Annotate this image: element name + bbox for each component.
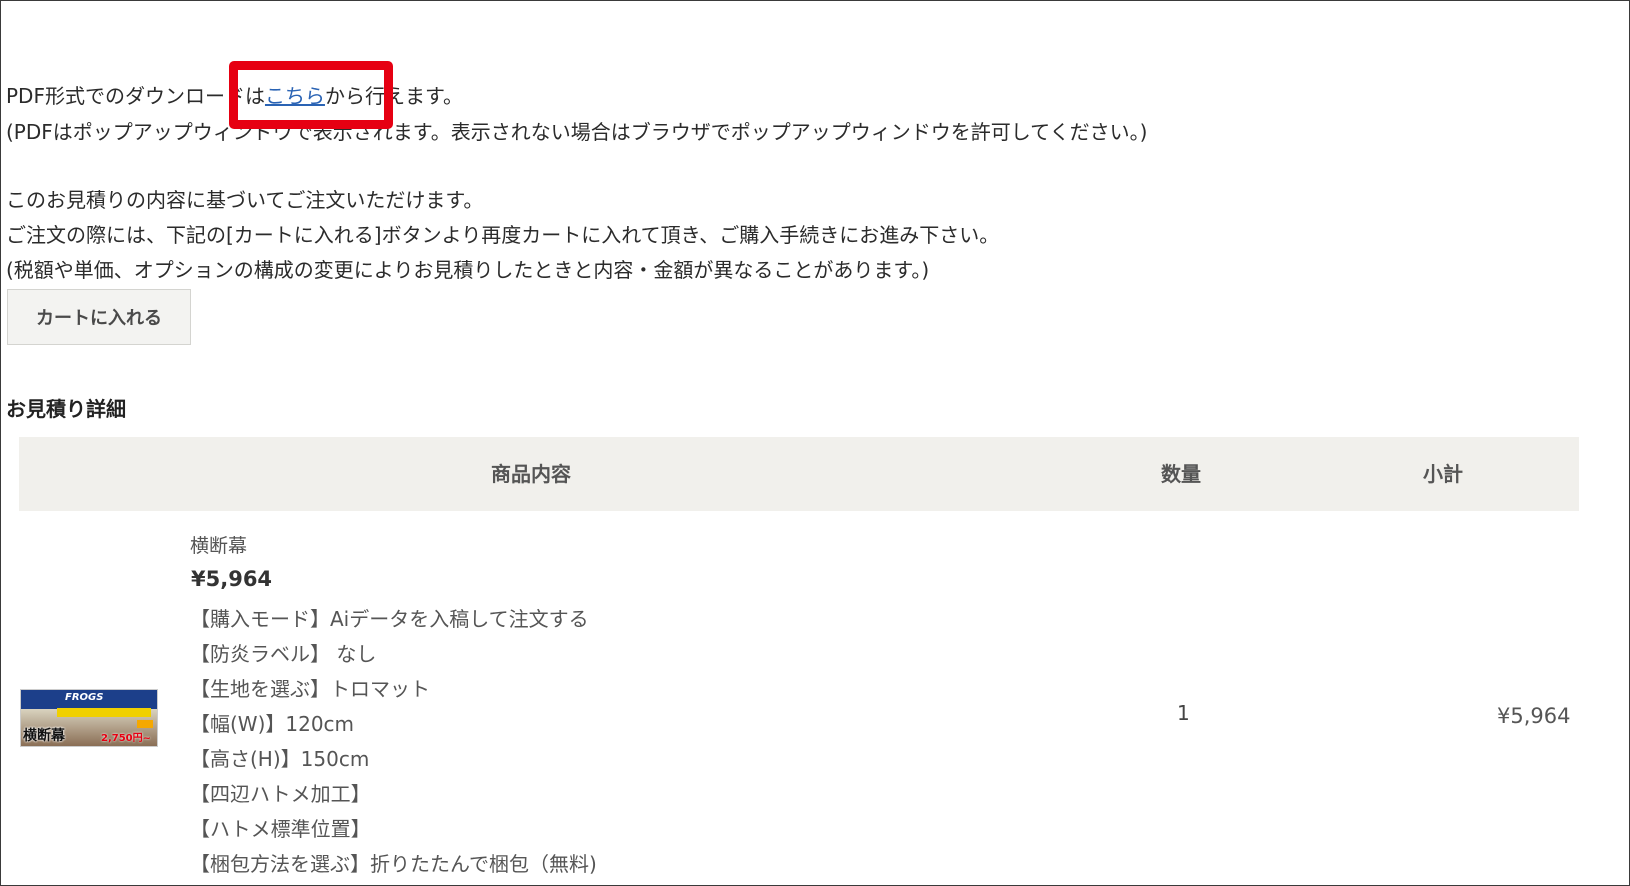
product-quantity: 1: [1177, 701, 1190, 725]
product-option: 【四辺ハトメ加工】: [190, 782, 371, 806]
thumbnail-stripe: [57, 708, 151, 717]
order-notice-line-3: (税額や単価、オプションの構成の変更によりお見積りしたときと内容・金額が異なるこ…: [6, 258, 930, 282]
product-option: 【梱包方法を選ぶ】折りたたんで梱包（無料): [190, 852, 597, 876]
page-frame: PDF形式でのダウンロードはこちらから行えます。 (PDFはポップアップウィンド…: [0, 0, 1630, 886]
product-name: 横断幕: [190, 535, 248, 557]
pdf-popup-note: (PDFはポップアップウィンドウで表示されます。表示されない場合はブラウザでポッ…: [6, 120, 1148, 144]
column-header-product: 商品内容: [491, 462, 571, 486]
thumbnail-banner-text: FROGS: [65, 692, 104, 703]
pdf-download-prefix: PDF形式でのダウンロードは: [6, 84, 265, 108]
product-option: 【幅(W)】120cm: [190, 712, 355, 736]
thumbnail-label: 横断幕: [23, 728, 65, 744]
product-option: 【防炎ラベル】 なし: [190, 642, 377, 666]
product-price: ¥5,964: [191, 567, 273, 591]
estimate-details-title: お見積り詳細: [6, 397, 126, 421]
thumbnail-price: 2,750円~: [100, 733, 151, 744]
table-header: 商品内容 数量 小計: [19, 437, 1579, 511]
product-option: 【高さ(H)】150cm: [190, 747, 370, 771]
order-notice-line-2: ご注文の際には、下記の[カートに入れる]ボタンより再度カートに入れて頂き、ご購入…: [6, 223, 1000, 247]
link-highlight-box: [229, 61, 393, 129]
product-thumbnail[interactable]: FROGS 横断幕 2,750円~: [20, 689, 158, 747]
product-option: 【生地を選ぶ】トロマット: [190, 677, 430, 701]
product-subtotal: ¥5,964: [1497, 704, 1571, 728]
product-option: 【ハトメ標準位置】: [190, 817, 371, 841]
column-header-subtotal: 小計: [1423, 462, 1463, 486]
column-header-quantity: 数量: [1161, 462, 1201, 486]
thumbnail-badge: [137, 720, 153, 728]
add-to-cart-button[interactable]: カートに入れる: [7, 289, 191, 345]
product-option: 【購入モード】Aiデータを入稿して注文する: [190, 607, 589, 631]
order-notice-line-1: このお見積りの内容に基づいてご注文いただけます。: [6, 188, 484, 212]
